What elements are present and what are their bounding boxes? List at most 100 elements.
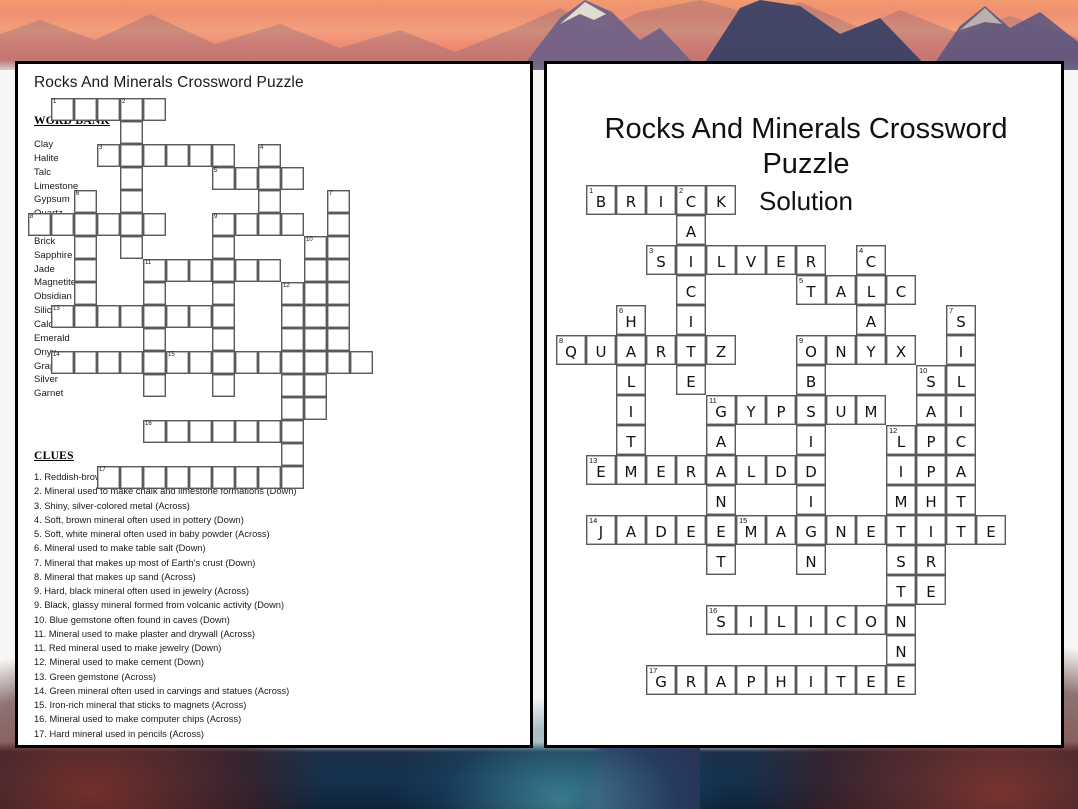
crossword-cell[interactable] xyxy=(212,420,235,443)
crossword-cell[interactable] xyxy=(258,167,281,190)
crossword-cell[interactable]: L xyxy=(856,275,886,305)
crossword-cell[interactable] xyxy=(281,213,304,236)
crossword-cell[interactable] xyxy=(51,213,74,236)
crossword-cell[interactable] xyxy=(327,351,350,374)
crossword-cell[interactable]: 5T xyxy=(796,275,826,305)
crossword-cell[interactable] xyxy=(304,397,327,420)
crossword-cell[interactable]: 11 xyxy=(143,259,166,282)
crossword-cell[interactable]: T xyxy=(886,515,916,545)
crossword-cell[interactable]: 7 xyxy=(327,190,350,213)
crossword-cell[interactable]: R xyxy=(676,455,706,485)
crossword-cell[interactable] xyxy=(120,190,143,213)
crossword-cell[interactable]: T xyxy=(616,425,646,455)
crossword-cell[interactable]: I xyxy=(886,455,916,485)
crossword-cell[interactable] xyxy=(327,259,350,282)
crossword-cell[interactable] xyxy=(281,443,304,466)
crossword-cell[interactable]: 9O xyxy=(796,335,826,365)
crossword-cell[interactable] xyxy=(74,259,97,282)
crossword-cell[interactable] xyxy=(258,420,281,443)
crossword-cell[interactable]: C xyxy=(886,275,916,305)
crossword-cell[interactable] xyxy=(281,420,304,443)
crossword-cell[interactable]: I xyxy=(736,605,766,635)
crossword-cell[interactable] xyxy=(281,466,304,489)
crossword-cell[interactable]: E xyxy=(646,455,676,485)
crossword-cell[interactable] xyxy=(166,144,189,167)
crossword-cell[interactable]: N xyxy=(826,515,856,545)
crossword-cell[interactable]: 2C xyxy=(676,185,706,215)
crossword-cell[interactable] xyxy=(189,144,212,167)
crossword-cell[interactable]: 5 xyxy=(212,167,235,190)
crossword-cell[interactable] xyxy=(212,305,235,328)
crossword-cell[interactable] xyxy=(143,328,166,351)
crossword-cell[interactable]: N xyxy=(886,605,916,635)
crossword-cell[interactable] xyxy=(304,374,327,397)
crossword-cell[interactable]: R xyxy=(796,245,826,275)
crossword-cell[interactable]: D xyxy=(796,455,826,485)
crossword-cell[interactable] xyxy=(281,374,304,397)
crossword-cell[interactable]: A xyxy=(916,395,946,425)
crossword-cell[interactable]: E xyxy=(676,365,706,395)
crossword-cell[interactable]: T xyxy=(946,485,976,515)
crossword-cell[interactable]: L xyxy=(766,605,796,635)
crossword-cell[interactable]: 3S xyxy=(646,245,676,275)
crossword-cell[interactable]: E xyxy=(886,665,916,695)
crossword-cell[interactable]: R xyxy=(916,545,946,575)
crossword-cell[interactable] xyxy=(258,213,281,236)
crossword-cell[interactable]: 10 S xyxy=(916,365,946,395)
crossword-cell[interactable]: P xyxy=(766,395,796,425)
crossword-cell[interactable] xyxy=(350,351,373,374)
crossword-cell[interactable]: I xyxy=(946,395,976,425)
crossword-cell[interactable]: A xyxy=(706,665,736,695)
crossword-cell[interactable]: T xyxy=(886,575,916,605)
crossword-cell[interactable] xyxy=(97,213,120,236)
crossword-cell[interactable]: L xyxy=(616,365,646,395)
crossword-cell[interactable]: C xyxy=(826,605,856,635)
crossword-cell[interactable] xyxy=(212,259,235,282)
crossword-cell[interactable] xyxy=(143,374,166,397)
crossword-cell[interactable] xyxy=(97,305,120,328)
crossword-cell[interactable] xyxy=(327,282,350,305)
crossword-cell[interactable]: N xyxy=(826,335,856,365)
crossword-cell[interactable] xyxy=(281,305,304,328)
crossword-cell[interactable]: 16 xyxy=(143,420,166,443)
crossword-cell[interactable] xyxy=(212,351,235,374)
crossword-cell[interactable] xyxy=(281,167,304,190)
crossword-cell[interactable]: L xyxy=(706,245,736,275)
crossword-cell[interactable]: 4 xyxy=(258,144,281,167)
crossword-cell[interactable]: T xyxy=(676,335,706,365)
crossword-cell[interactable]: A xyxy=(616,515,646,545)
crossword-cell[interactable]: I xyxy=(796,425,826,455)
crossword-cell[interactable]: 17 G xyxy=(646,665,676,695)
crossword-cell[interactable]: A xyxy=(826,275,856,305)
crossword-cell[interactable] xyxy=(304,351,327,374)
crossword-cell[interactable]: 2 xyxy=(120,98,143,121)
crossword-cell[interactable]: 14 J xyxy=(586,515,616,545)
crossword-cell[interactable]: A xyxy=(766,515,796,545)
crossword-cell[interactable] xyxy=(258,259,281,282)
crossword-cell[interactable] xyxy=(304,328,327,351)
crossword-cell[interactable]: H xyxy=(766,665,796,695)
crossword-cell[interactable]: C xyxy=(946,425,976,455)
crossword-cell[interactable] xyxy=(74,305,97,328)
crossword-cell[interactable]: 7S xyxy=(946,305,976,335)
crossword-cell[interactable]: 13 xyxy=(51,305,74,328)
crossword-cell[interactable]: A xyxy=(676,215,706,245)
crossword-cell[interactable]: E xyxy=(706,515,736,545)
crossword-cell[interactable] xyxy=(166,305,189,328)
crossword-cell[interactable] xyxy=(120,351,143,374)
crossword-cell[interactable]: E xyxy=(856,665,886,695)
crossword-cell[interactable]: 17 xyxy=(97,466,120,489)
crossword-cell[interactable] xyxy=(120,236,143,259)
crossword-cell[interactable]: I xyxy=(946,335,976,365)
crossword-cell[interactable]: R xyxy=(676,665,706,695)
crossword-cell[interactable] xyxy=(327,305,350,328)
crossword-cell[interactable]: P xyxy=(916,425,946,455)
crossword-cell[interactable]: 8Q xyxy=(556,335,586,365)
crossword-cell[interactable]: L xyxy=(946,365,976,395)
crossword-cell[interactable] xyxy=(120,213,143,236)
crossword-cell[interactable]: I xyxy=(796,605,826,635)
crossword-cell[interactable] xyxy=(281,397,304,420)
crossword-cell[interactable] xyxy=(212,374,235,397)
crossword-cell[interactable] xyxy=(74,213,97,236)
crossword-cell[interactable] xyxy=(143,282,166,305)
